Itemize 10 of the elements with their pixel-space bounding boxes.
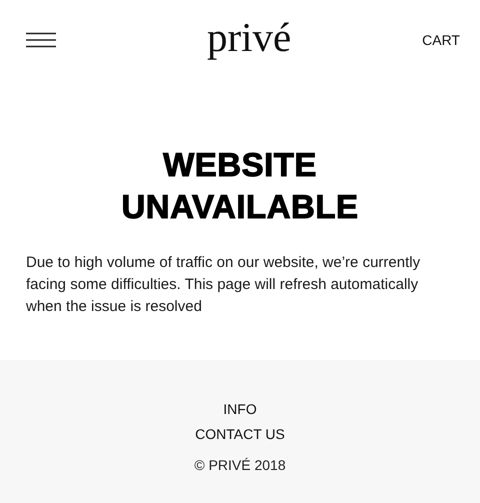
heading-line: UNAVAILABLE xyxy=(120,187,360,227)
heading-line: WEBSITE xyxy=(162,145,318,185)
copyright-text: © PRIVÉ 2018 xyxy=(194,457,286,473)
message-text: Due to high volume of traffic on our website, we’re currently facing some difficulties. This page will refresh automatically when the issue is resolved xyxy=(26,253,422,317)
footer-link[interactable]: CONTACT US xyxy=(195,422,285,447)
logo[interactable]: privé xyxy=(206,16,292,64)
menu-button[interactable] xyxy=(26,32,56,48)
menu-icon xyxy=(26,32,56,48)
cart-link[interactable]: CART xyxy=(422,32,460,48)
footer-link[interactable]: INFO xyxy=(223,397,257,422)
